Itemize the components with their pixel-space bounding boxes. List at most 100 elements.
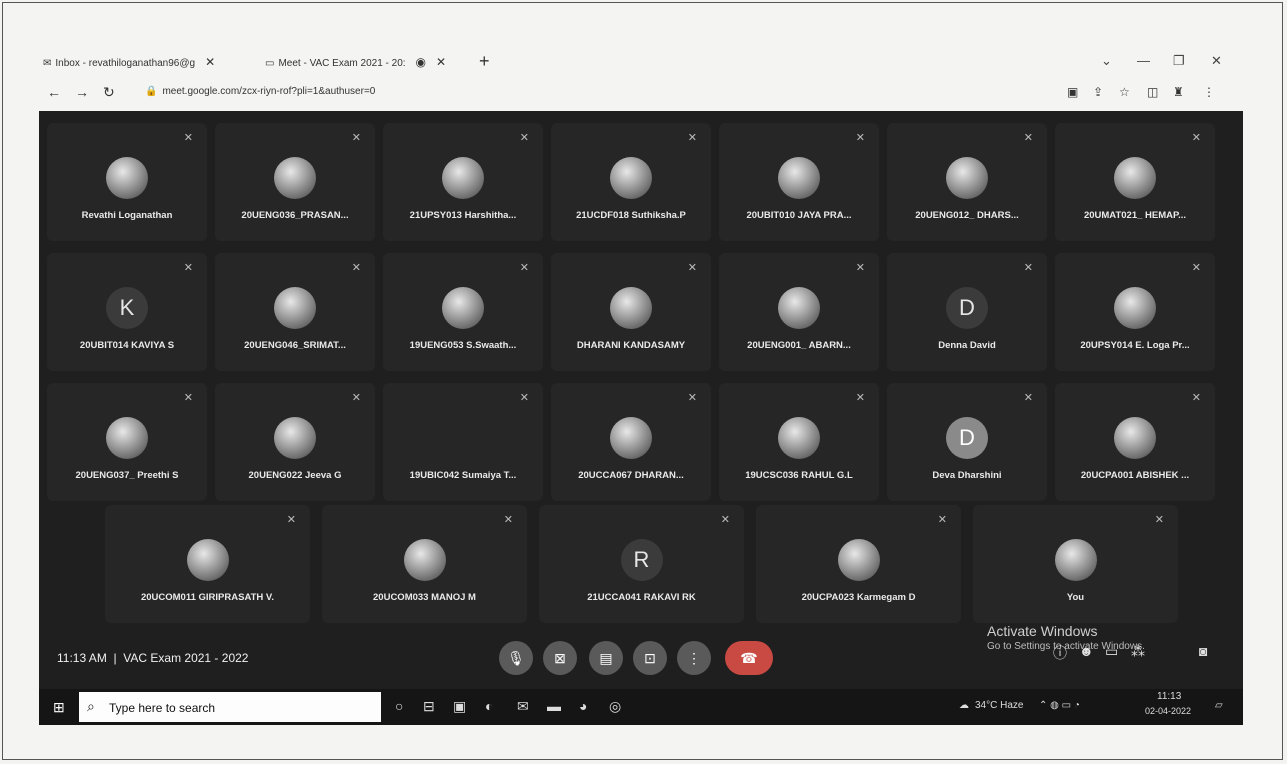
participant-tile[interactable]: ✕ 20UBIT010 JAYA PRA... bbox=[719, 123, 879, 241]
participant-avatar bbox=[274, 157, 316, 199]
tab-meet[interactable]: ▭ Meet - VAC Exam 2021 - 20: ◉ ✕ bbox=[265, 55, 446, 69]
participant-tile[interactable]: ✕ D Deva Dharshini bbox=[887, 383, 1047, 501]
mail-icon[interactable]: ✉ bbox=[517, 698, 529, 715]
task-view-icon[interactable]: ⊟ bbox=[423, 698, 435, 715]
side-panel-icon[interactable]: ◫ bbox=[1147, 85, 1158, 99]
participant-avatar bbox=[610, 417, 652, 459]
participant-name: 20UENG046_SRIMAT... bbox=[244, 340, 346, 351]
participant-tile[interactable]: ✕ 20UCOM033 MANOJ M bbox=[322, 505, 527, 623]
tray-icons[interactable]: ⌃ ◍ ▭ ◔ bbox=[1039, 700, 1080, 711]
camera-off-button[interactable]: ⊠ bbox=[543, 641, 577, 675]
participant-tile[interactable]: ✕ 20UPSY014 E. Loga Pr... bbox=[1055, 253, 1215, 371]
participant-tile[interactable]: ✕ Revathi Loganathan bbox=[47, 123, 207, 241]
participant-name: 19UBIC042 Sumaiya T... bbox=[409, 470, 517, 481]
menu-dots-icon[interactable]: ⋮ bbox=[1203, 85, 1215, 99]
participant-tile[interactable]: ✕ 20UENG012_ DHARS... bbox=[887, 123, 1047, 241]
leave-call-button[interactable]: ☎ bbox=[725, 641, 773, 675]
file-explorer-icon[interactable]: ▬ bbox=[547, 698, 561, 714]
participant-tile[interactable]: ✕ 20UCPA023 Karmegam D bbox=[756, 505, 961, 623]
participant-avatar bbox=[778, 157, 820, 199]
tab-list-chevron-icon[interactable]: ⌄ bbox=[1101, 53, 1112, 69]
participant-tile[interactable]: ✕ 20UENG001_ ABARN... bbox=[719, 253, 879, 371]
participant-avatar bbox=[610, 157, 652, 199]
close-window-button[interactable]: ✕ bbox=[1211, 53, 1222, 69]
close-tab-icon[interactable]: ✕ bbox=[205, 55, 215, 69]
mic-muted-icon: ✕ bbox=[1023, 132, 1033, 144]
participant-avatar bbox=[403, 539, 446, 581]
minimize-button[interactable]: — bbox=[1137, 53, 1150, 68]
participant-tile[interactable]: ✕ 20UMAT021_ HEMAP... bbox=[1055, 123, 1215, 241]
camera-icon[interactable]: ▣ bbox=[1067, 85, 1078, 99]
taskbar-app-icon[interactable]: ▣ bbox=[453, 698, 466, 715]
participant-name: 20UCOM011 GIRIPRASATH V. bbox=[140, 592, 275, 603]
record-icon: ◉ bbox=[415, 55, 427, 69]
taskbar-search-box[interactable]: ⌕ Type here to search bbox=[79, 692, 381, 722]
tab-inbox[interactable]: ✉ Inbox - revathiloganathan96@g ✕ bbox=[43, 55, 215, 69]
participant-tile[interactable]: ✕ 20UCPA001 ABISHEK ... bbox=[1055, 383, 1215, 501]
bookmark-star-icon[interactable]: ☆ bbox=[1119, 85, 1130, 99]
more-options-button[interactable]: ⋮ bbox=[677, 641, 711, 675]
clock-time[interactable]: 11:13 bbox=[1157, 691, 1181, 702]
mic-muted-icon: ✕ bbox=[183, 262, 193, 274]
participant-name: DHARANI KANDASAMY bbox=[576, 340, 686, 351]
participant-avatar bbox=[186, 539, 229, 581]
extensions-icon[interactable]: ♜ bbox=[1173, 85, 1184, 99]
participant-avatar bbox=[1114, 157, 1156, 199]
url-text: meet.google.com/zcx-riyn-rof?pli=1&authu… bbox=[162, 86, 376, 97]
forward-arrow-icon[interactable]: → bbox=[75, 84, 89, 100]
people-icon[interactable]: ☻ bbox=[1079, 643, 1094, 659]
clock-date[interactable]: 02-04-2022 bbox=[1145, 706, 1191, 716]
participant-tile[interactable]: ✕ 20UENG022 Jeeva G bbox=[215, 383, 375, 501]
participant-tile[interactable]: ✕ 19UCSC036 RAHUL G.L bbox=[719, 383, 879, 501]
search-icon: ⌕ bbox=[87, 698, 95, 714]
mic-off-button[interactable]: 🎙 bbox=[499, 641, 533, 675]
close-tab-icon[interactable]: ✕ bbox=[436, 55, 446, 69]
host-controls-icon[interactable]: ◙ bbox=[1199, 643, 1207, 659]
mic-muted-icon: ✕ bbox=[687, 262, 697, 274]
mic-muted-icon: ✕ bbox=[351, 262, 361, 274]
present-button[interactable]: ⊡ bbox=[633, 641, 667, 675]
new-tab-button[interactable]: + bbox=[479, 51, 490, 72]
edge-icon[interactable]: ◐ bbox=[485, 698, 493, 714]
participant-tile[interactable]: ✕ 20UENG037_ Preethi S bbox=[47, 383, 207, 501]
participant-tile[interactable]: ✕ 19UENG053 S.Swaath... bbox=[383, 253, 543, 371]
chat-icon[interactable]: ▭ bbox=[1105, 643, 1118, 660]
participant-avatar bbox=[1114, 417, 1156, 459]
participant-tile[interactable]: ✕ R 21UCCA041 RAKAVI RK bbox=[539, 505, 744, 623]
document-frame: ✉ Inbox - revathiloganathan96@g ✕ ▭ Meet - … bbox=[2, 2, 1283, 760]
participant-tile[interactable]: ✕ 21UCDF018 Suthiksha.P bbox=[551, 123, 711, 241]
participant-tile[interactable]: ✕ You bbox=[973, 505, 1178, 623]
participant-tile[interactable]: ✕ 20UENG046_SRIMAT... bbox=[215, 253, 375, 371]
participant-tile[interactable]: ✕ K 20UBIT014 KAVIYA S bbox=[47, 253, 207, 371]
windows-start-icon[interactable]: ⊞ bbox=[53, 699, 65, 716]
participant-tile[interactable]: ✕ 20UENG036_PRASAN... bbox=[215, 123, 375, 241]
mic-muted-icon: ✕ bbox=[1191, 392, 1201, 404]
cortana-icon[interactable]: ○ bbox=[395, 698, 403, 714]
reload-icon[interactable]: ↻ bbox=[103, 84, 115, 101]
participant-tile[interactable]: ✕ 20UCCA067 DHARAN... bbox=[551, 383, 711, 501]
url-field[interactable]: 🔒 meet.google.com/zcx-riyn-rof?pli=1&auth… bbox=[145, 86, 375, 97]
mic-muted-icon: ✕ bbox=[1154, 514, 1164, 526]
back-arrow-icon[interactable]: ← bbox=[47, 84, 61, 100]
restore-button[interactable]: ❐ bbox=[1173, 53, 1185, 69]
weather-text[interactable]: 34°C Haze bbox=[975, 700, 1023, 711]
participant-tile[interactable]: ✕ 20UCOM011 GIRIPRASATH V. bbox=[105, 505, 310, 623]
firefox-icon[interactable]: ◕ bbox=[579, 698, 587, 714]
captions-button[interactable]: ▤ bbox=[589, 641, 623, 675]
chrome-icon[interactable]: ◎ bbox=[609, 698, 621, 715]
share-icon[interactable]: ⇪ bbox=[1093, 85, 1103, 99]
windows-taskbar: ⊞ ⌕ Type here to search ○ ⊟ ▣ ◐ ✉ ▬ ◕ ◎ … bbox=[39, 689, 1243, 725]
participant-name: 20UENG012_ DHARS... bbox=[915, 210, 1019, 221]
participant-tile[interactable]: ✕ 21UPSY013 Harshitha... bbox=[383, 123, 543, 241]
participant-tile[interactable]: ✕ D Denna David bbox=[887, 253, 1047, 371]
address-bar: ← → ↻ 🔒 meet.google.com/zcx-riyn-rof?pli=… bbox=[43, 83, 1243, 105]
info-icon[interactable]: ⓘ bbox=[1053, 643, 1067, 663]
participant-name: Denna David bbox=[938, 340, 996, 351]
participant-avatar bbox=[837, 539, 880, 581]
participant-tile[interactable]: ✕ DHARANI KANDASAMY bbox=[551, 253, 711, 371]
participant-avatar bbox=[1054, 539, 1097, 581]
notifications-icon[interactable]: ▱ bbox=[1215, 700, 1223, 711]
activate-windows-title: Activate Windows bbox=[987, 623, 1098, 639]
participant-tile[interactable]: ✕ 19UBIC042 Sumaiya T... bbox=[383, 383, 543, 501]
activities-icon[interactable]: ⁂ bbox=[1131, 643, 1145, 660]
